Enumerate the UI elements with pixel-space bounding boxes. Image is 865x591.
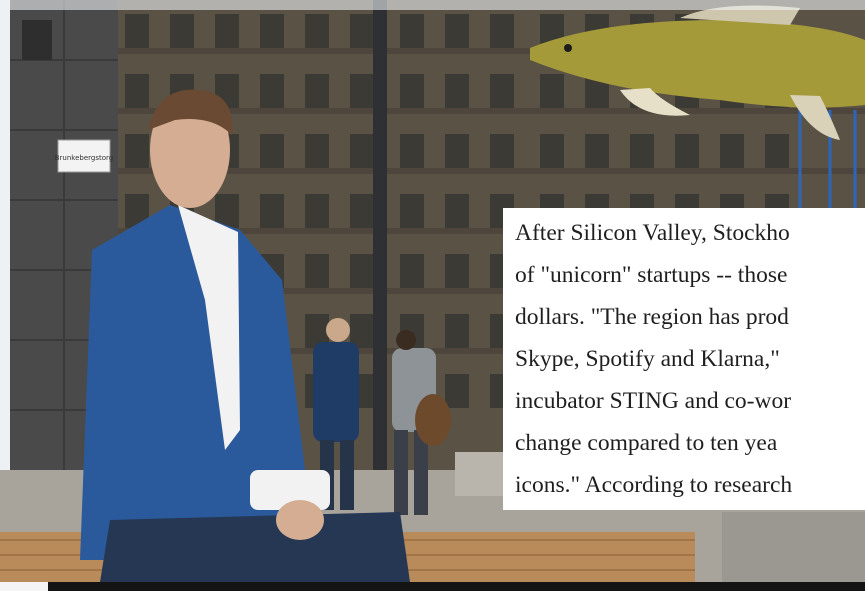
caption-line: of "unicorn" startups -- those	[515, 262, 788, 288]
top-border	[0, 0, 865, 10]
building-window	[260, 74, 284, 108]
photo-frame: Brunkebergstorg After Silicon Valley, St…	[0, 0, 865, 591]
building-window	[445, 74, 469, 108]
building-window	[630, 134, 654, 168]
building-window	[490, 74, 514, 108]
bottom-bar-left	[0, 582, 48, 591]
building-window	[350, 134, 374, 168]
lamp-pole	[373, 0, 387, 520]
building-window	[490, 14, 514, 48]
building-window	[445, 254, 469, 288]
building-window	[170, 14, 194, 48]
building-window	[540, 134, 564, 168]
building-window	[400, 14, 424, 48]
building-window	[350, 254, 374, 288]
building-window	[445, 374, 469, 408]
building-window	[400, 74, 424, 108]
building-window	[305, 194, 329, 228]
building-window	[260, 134, 284, 168]
building-window	[305, 134, 329, 168]
building-window	[720, 134, 744, 168]
building-window	[305, 74, 329, 108]
building-window	[350, 14, 374, 48]
building-window	[400, 194, 424, 228]
building-window	[445, 14, 469, 48]
street-sign-text: Brunkebergstorg	[55, 154, 114, 162]
building-window	[350, 314, 374, 348]
building-window	[445, 194, 469, 228]
low-wall	[455, 452, 503, 496]
building-window	[400, 254, 424, 288]
building-window	[765, 134, 789, 168]
bottom-bar	[0, 582, 865, 591]
caption-line: After Silicon Valley, Stockho	[515, 220, 790, 246]
caption-line: dollars. "The region has prod	[515, 304, 789, 330]
building-window	[260, 14, 284, 48]
building-window	[445, 134, 469, 168]
building-window	[400, 134, 424, 168]
building-window	[490, 134, 514, 168]
caption-line: incubator STING and co-wor	[515, 388, 792, 414]
building-window	[125, 74, 149, 108]
caption-line: change compared to ten yea	[515, 430, 778, 456]
building-window	[350, 194, 374, 228]
caption-line: Skype, Spotify and Klarna,"	[515, 346, 780, 372]
building-window	[215, 14, 239, 48]
building-window	[675, 134, 699, 168]
lamp-box	[22, 20, 52, 60]
building-window	[540, 74, 564, 108]
caption-overlay: After Silicon Valley, Stockho of "unicor…	[503, 208, 865, 510]
building-window	[260, 194, 284, 228]
planter-right	[722, 512, 865, 582]
building-window	[585, 134, 609, 168]
building-window	[350, 74, 374, 108]
building-window	[305, 254, 329, 288]
building-window	[305, 14, 329, 48]
caption-line: icons." According to research	[515, 472, 793, 498]
building-window	[445, 314, 469, 348]
building-window	[125, 14, 149, 48]
building-window	[125, 134, 149, 168]
